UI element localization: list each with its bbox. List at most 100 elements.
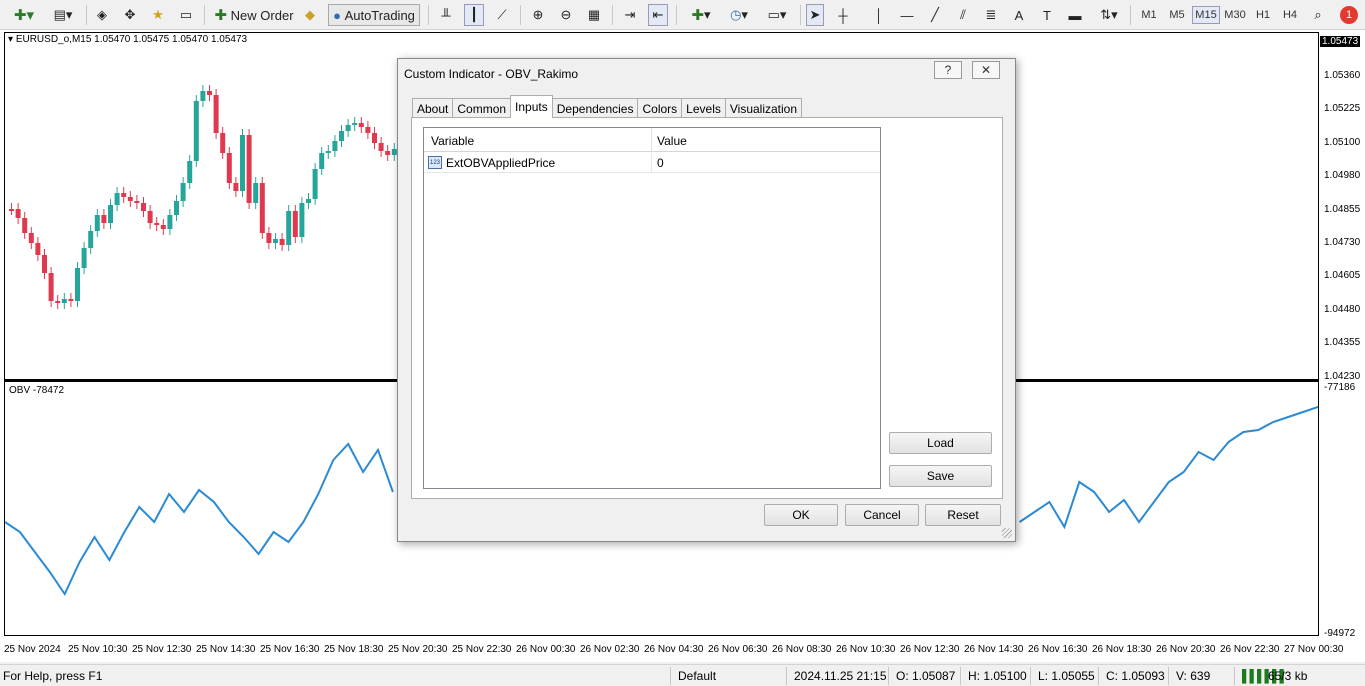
inputs-grid[interactable]: Variable Value 123 ExtOBVAppliedPrice 0 [423,127,881,489]
indicator-scale-bottom: -94972 [1324,628,1356,639]
metaeditor-icon[interactable]: ◆ [300,4,320,26]
zoom-out-icon[interactable]: ⊖ [556,4,576,26]
trendline-icon[interactable]: ╱ [926,4,944,26]
crosshair-icon[interactable]: ┼ [834,4,852,26]
candle-body [220,133,226,153]
timeframe-m15[interactable]: M15 [1192,6,1220,24]
indicator-title: OBV -78472 [9,385,65,396]
indicators-icon[interactable]: ✚ ▾ [684,4,718,26]
crosshair-nav-icon[interactable]: ✥ [120,4,140,26]
cursor-icon[interactable]: ➤ [806,4,824,26]
dialog-tabs: About Common Inputs Dependencies Colors … [412,95,803,118]
candle-body [55,301,61,303]
time-axis-label: 25 Nov 12:30 [132,644,192,655]
candle-body [358,123,364,127]
candle-body [385,151,391,155]
time-axis-label: 27 Nov 00:30 [1284,644,1344,655]
load-button[interactable]: Load [889,432,992,454]
candle-body [286,211,292,245]
new-chart-icon[interactable]: ✚▾ [6,4,42,26]
table-row[interactable]: 123 ExtOBVAppliedPrice 0 [424,153,880,173]
candle-body [101,215,107,223]
candlestick-icon[interactable]: ┃ [464,4,484,26]
text-icon[interactable]: A [1010,4,1028,26]
timeframe-h1[interactable]: H1 [1250,6,1276,24]
search-icon[interactable]: ⌕ [1308,4,1328,26]
tab-colors[interactable]: Colors [637,98,683,118]
terminal-icon[interactable]: ▭ [176,4,196,26]
zoom-in-icon[interactable]: ⊕ [528,4,548,26]
timeframe-m1[interactable]: M1 [1136,6,1162,24]
reset-button[interactable]: Reset [925,504,1001,526]
profiles-icon[interactable]: ▤▾ [46,4,80,26]
tab-dependencies[interactable]: Dependencies [551,98,639,118]
tab-common[interactable]: Common [452,98,512,118]
column-value[interactable]: Value [657,134,687,148]
cancel-button[interactable]: Cancel [845,504,919,526]
candle-body [292,211,298,237]
time-axis-label: 25 Nov 20:30 [388,644,448,655]
help-button[interactable]: ? [934,61,962,79]
periods-clock-icon[interactable]: ◷ ▾ [722,4,756,26]
profile-name[interactable]: Default [678,669,716,683]
save-button[interactable]: Save [889,465,992,487]
tab-inputs[interactable]: Inputs [510,95,553,118]
timeframe-h4[interactable]: H4 [1277,6,1303,24]
timeframe-m5[interactable]: M5 [1164,6,1190,24]
fibonacci-icon[interactable]: ≣ [982,4,1000,26]
chart-shift-icon[interactable]: ⇤ [648,4,668,26]
candle-body [306,199,311,203]
bar-close: C: 1.05093 [1106,669,1165,683]
equidistant-channel-icon[interactable]: ⫽ [954,4,972,26]
new-order-button[interactable]: ✚ New Order [212,4,296,26]
candle-body [81,248,87,268]
price-scale-label: 1.05225 [1324,103,1361,115]
close-button[interactable]: ✕ [972,61,1000,79]
market-watch-icon[interactable]: ◈ [92,4,112,26]
navigator-star-icon[interactable]: ★ [148,4,168,26]
time-axis-label: 26 Nov 06:30 [708,644,768,655]
templates-icon[interactable]: ▭▾ [760,4,794,26]
bar-chart-icon[interactable]: ╨ [436,4,456,26]
indicator-scale-top: -77186 [1324,382,1356,393]
candle-body [141,203,146,211]
price-scale-label: 1.04855 [1324,203,1361,215]
resize-grip[interactable] [1002,528,1012,538]
ok-button[interactable]: OK [764,504,838,526]
traffic-stats: 65/3 kb [1268,669,1308,683]
autoscroll-icon[interactable]: ⇥ [620,4,640,26]
candle-body [180,183,186,201]
candle-body [207,91,212,95]
candle-body [279,239,285,245]
text-label-icon[interactable]: T [1038,4,1056,26]
tile-windows-icon[interactable]: ▦ [584,4,604,26]
candle-body [372,133,377,143]
tab-visualization[interactable]: Visualization [724,98,803,118]
help-text: For Help, press F1 [3,669,103,683]
autotrading-icon: ● [333,7,341,23]
candle-body [352,123,358,125]
candle-body [174,201,179,215]
candle-body [233,183,239,191]
time-axis-label: 25 Nov 10:30 [68,644,128,655]
horizontal-line-icon[interactable]: — [898,4,916,26]
timeframe-m30[interactable]: M30 [1221,6,1249,24]
alerts-badge[interactable]: 1 [1338,4,1360,26]
tab-about[interactable]: About [412,98,454,118]
arrows-icon[interactable]: ⇅▾ [1094,4,1124,26]
price-scale-label: 1.04605 [1324,270,1361,282]
tab-levels[interactable]: Levels [681,98,726,118]
candle-body [147,211,153,223]
variable-value[interactable]: 0 [657,156,664,170]
vertical-line-icon[interactable]: │ [870,4,888,26]
candle-body [68,299,74,301]
rectangle-icon[interactable]: ▬ [1066,4,1084,26]
autotrading-button[interactable]: ● AutoTrading [328,4,420,26]
line-chart-icon[interactable]: ⟋ [492,4,512,26]
candle-body [22,218,28,233]
time-axis-label: 26 Nov 12:30 [900,644,960,655]
price-scale-label: 1.04230 [1324,370,1361,382]
main-toolbar: ✚▾ ▤▾ ◈ ✥ ★ ▭ ✚ New Order ◆ ● AutoTradin… [0,0,1365,30]
column-variable[interactable]: Variable [431,134,474,148]
dialog-title: Custom Indicator - OBV_Rakimo [404,67,579,81]
